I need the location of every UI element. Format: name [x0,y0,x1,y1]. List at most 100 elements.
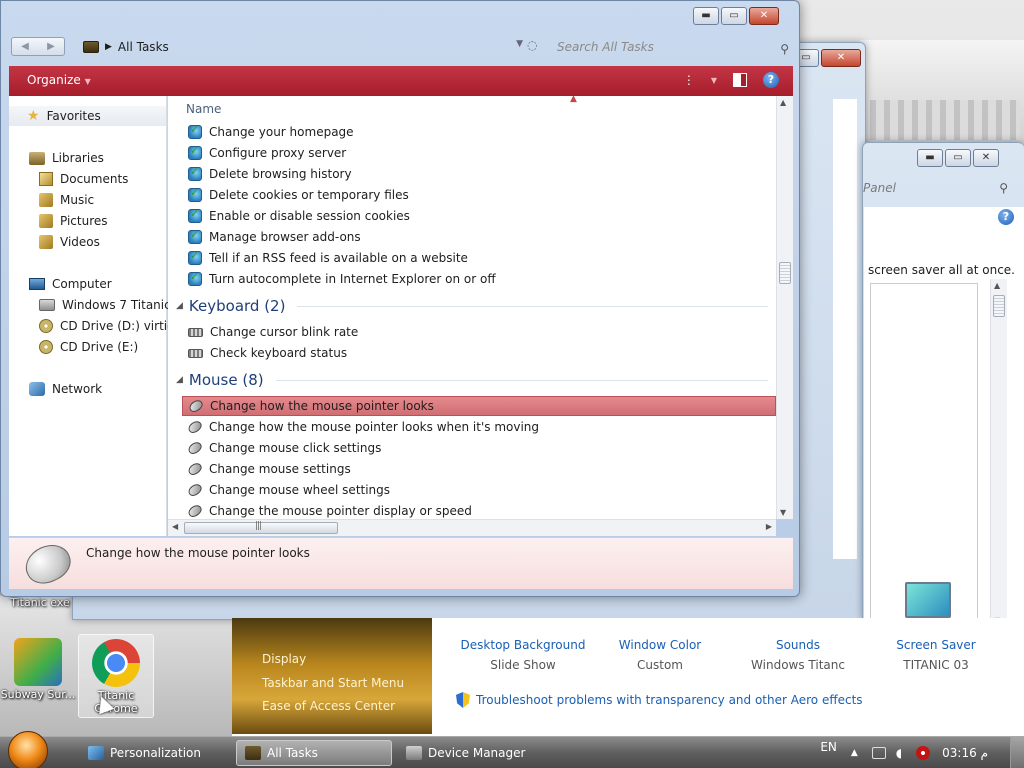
scroll-down-arrow[interactable]: ▼ [780,508,786,517]
views-icon[interactable]: ⋮ [683,73,695,87]
address-dropdown-icon[interactable]: ▼ [516,39,523,49]
theme-list[interactable] [870,283,978,631]
scroll-thumb[interactable] [184,521,338,534]
search-fragment: Panel [863,181,896,195]
item-label: Change how the mouse pointer looks [210,399,434,413]
nav-item-favorites[interactable]: ★ Favorites [9,106,166,126]
nav-item-computer[interactable]: Computer [29,277,112,291]
group-header-mouse[interactable]: ◢ Mouse (8) [176,369,768,391]
personalization-description: screen saver all at once. [868,263,1015,277]
preview-pane-icon[interactable] [733,73,747,87]
refresh-icon[interactable]: ◌ [527,38,537,52]
internet-options-icon [188,207,202,223]
search-icon[interactable]: ⚲ [780,38,789,60]
scroll-up-arrow[interactable]: ▲ [994,281,1000,290]
task-list: Name ▲ Change your homepage Configure pr… [168,96,776,519]
list-item[interactable]: Change cursor blink rate [182,322,776,342]
nav-item-cd-drive-e[interactable]: CD Drive (E:) [39,340,138,354]
scroll-thumb[interactable] [993,295,1005,317]
back-button[interactable]: ◀ [12,38,38,55]
troubleshoot-aero-link[interactable]: Troubleshoot problems with transparency … [456,692,863,708]
scroll-left-arrow[interactable]: ◀ [172,522,178,531]
see-also-taskbar[interactable]: Taskbar and Start Menu [262,676,404,690]
list-item[interactable]: Change mouse settings [182,459,776,479]
list-item[interactable]: Change the mouse pointer display or spee… [182,501,776,519]
collapse-icon[interactable]: ◢ [176,301,183,311]
desktop-wallpaper-ruins [860,40,1024,150]
list-item[interactable]: Tell if an RSS feed is available on a we… [182,248,776,268]
list-item[interactable]: Check keyboard status [182,343,776,363]
list-item[interactable]: Delete browsing history [182,164,776,184]
see-also-ease-of-access[interactable]: Ease of Access Center [262,699,395,713]
show-desktop-button[interactable] [1010,737,1024,768]
list-item[interactable]: Change mouse wheel settings [182,480,776,500]
nav-item-windows-drive[interactable]: Windows 7 Titanic E [39,298,182,312]
list-item[interactable]: Enable or disable session cookies [182,206,776,226]
all-tasks-window[interactable]: ▬ ▭ ✕ ◀ ▶ ▶ All Tasks ▼ ◌ Search All Tas… [0,0,800,597]
desktop-icon-titanic-chrome[interactable]: Titanic Chrome [78,634,154,718]
scroll-thumb[interactable] [779,262,791,284]
theme-list-scrollbar[interactable]: ▲ ▼ [990,279,1007,627]
nav-item-pictures[interactable]: Pictures [39,214,108,228]
address-bar[interactable]: ▶ All Tasks ▼ [79,36,531,58]
language-indicator[interactable]: EN [820,740,837,754]
volume-tray-icon[interactable]: ◖ [896,746,902,760]
list-item[interactable]: Change your homepage [182,122,776,142]
taskbar-button-device-manager[interactable]: Device Manager [398,740,554,766]
minimize-button[interactable]: ▬ [917,149,943,167]
search-input[interactable]: Search All Tasks ⚲ [547,36,791,58]
personalization-window[interactable]: ▬ ▭ ✕ Panel ⚲ ? screen saver all at once… [862,142,1024,631]
group-header-keyboard[interactable]: ◢ Keyboard (2) [176,295,768,317]
search-icon[interactable]: ⚲ [999,181,1008,195]
device-manager-caption-buttons: ▭ ✕ [793,49,861,67]
views-dropdown-icon[interactable]: ▼ [711,76,717,85]
internet-options-icon [188,270,202,286]
list-item-selected[interactable]: Change how the mouse pointer looks [182,396,776,416]
nav-item-cd-drive-d[interactable]: CD Drive (D:) virtio-v [39,319,186,333]
libraries-icon [29,151,45,165]
nav-item-documents[interactable]: Documents [39,172,128,186]
mouse-icon [187,397,205,415]
taskbar-button-personalization[interactable]: Personalization [80,740,230,766]
list-item[interactable]: Change mouse click settings [182,438,776,458]
breadcrumb-chevron-icon[interactable]: ▶ [105,42,112,52]
collapse-icon[interactable]: ◢ [176,375,183,385]
breadcrumb-location[interactable]: All Tasks [118,40,169,54]
scroll-up-arrow[interactable]: ▲ [780,98,786,107]
task-list-horizontal-scrollbar[interactable]: ◀ ▶ [168,519,776,536]
antivirus-tray-icon[interactable] [916,746,931,760]
close-button[interactable]: ✕ [749,7,779,25]
minimize-button[interactable]: ▬ [693,7,719,25]
list-item[interactable]: Turn autocomplete in Internet Explorer o… [182,269,776,289]
list-item[interactable]: Change how the mouse pointer looks when … [182,417,776,437]
help-icon[interactable]: ? [763,72,779,88]
desktop-icon-titanic-exe[interactable]: Titanic exe [2,596,78,609]
scroll-right-arrow[interactable]: ▶ [766,522,772,531]
desktop-icon-subway-surfers[interactable]: Subway Sur... [0,634,76,701]
close-button[interactable]: ✕ [973,149,999,167]
item-label: Manage browser add-ons [209,230,361,244]
list-item[interactable]: Configure proxy server [182,143,776,163]
forward-button[interactable]: ▶ [38,38,64,55]
tray-overflow-icon[interactable]: ▲ [851,748,858,758]
item-label: Configure proxy server [209,146,347,160]
network-tray-icon[interactable] [871,747,886,759]
taskbar-button-all-tasks[interactable]: All Tasks [236,740,392,766]
start-button[interactable] [8,731,48,768]
clock[interactable]: 03:16 م [942,746,988,760]
maximize-button[interactable]: ▭ [721,7,747,25]
nav-item-network[interactable]: Network [29,382,102,396]
column-header-name[interactable]: Name [186,102,221,116]
see-also-display[interactable]: Display [262,652,306,666]
nav-item-music[interactable]: Music [39,193,94,207]
maximize-button[interactable]: ▭ [945,149,971,167]
nav-item-videos[interactable]: Videos [39,235,100,249]
organize-menu[interactable]: Organize ▼ [27,73,91,87]
list-item[interactable]: Delete cookies or temporary files [182,185,776,205]
personalization-caption-buttons: ▬ ▭ ✕ [917,149,999,167]
help-icon[interactable]: ? [998,209,1014,225]
close-button[interactable]: ✕ [821,49,861,67]
task-list-vertical-scrollbar[interactable]: ▲ ▼ [776,96,793,519]
list-item[interactable]: Manage browser add-ons [182,227,776,247]
nav-item-libraries[interactable]: Libraries [29,151,104,165]
